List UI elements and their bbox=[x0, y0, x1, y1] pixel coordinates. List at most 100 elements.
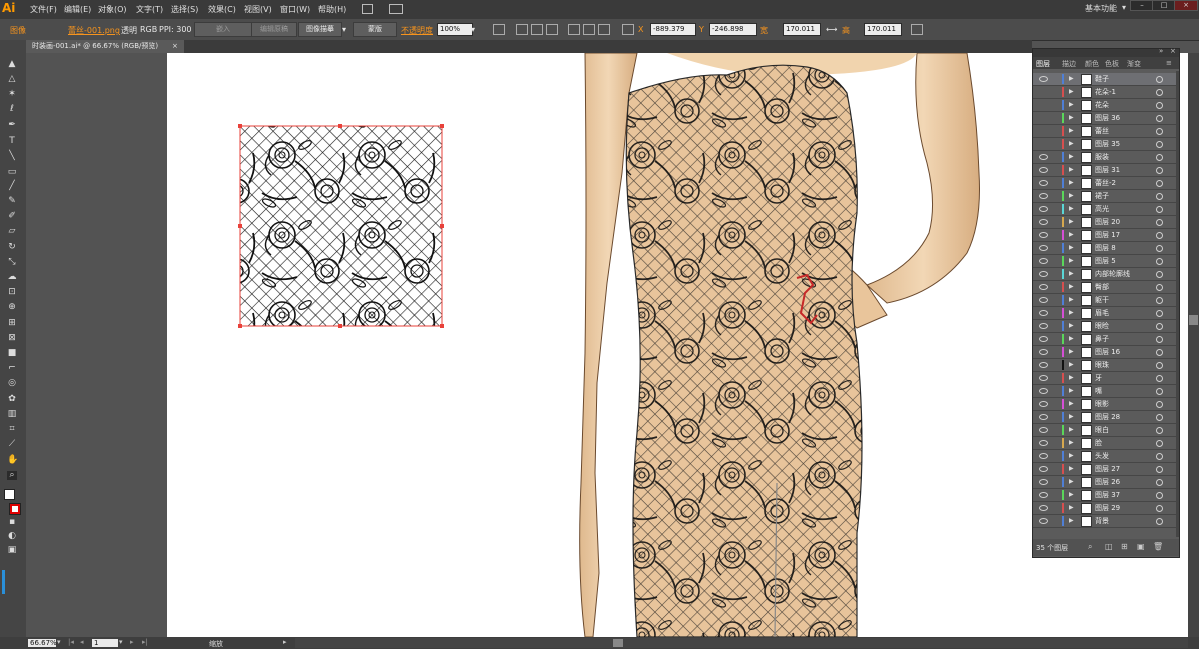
layer-row[interactable]: ▶ 眼影 bbox=[1033, 398, 1176, 411]
layer-row[interactable]: ▶ 花朵 bbox=[1033, 99, 1176, 112]
align-left-icon[interactable] bbox=[516, 24, 528, 35]
visibility-eye-icon[interactable] bbox=[1039, 154, 1048, 160]
layer-row[interactable]: ▶ 图层 20 bbox=[1033, 216, 1176, 229]
eyedropper-tool-icon[interactable]: ⌐ bbox=[7, 364, 17, 373]
target-circle-icon[interactable] bbox=[1156, 128, 1163, 135]
layer-row[interactable]: ▶ 眉毛 bbox=[1033, 307, 1176, 320]
layer-row[interactable]: ▶ 图层 17 bbox=[1033, 229, 1176, 242]
expand-triangle-icon[interactable]: ▶ bbox=[1069, 114, 1074, 121]
layer-row[interactable]: ▶ 蕾丝 bbox=[1033, 125, 1176, 138]
target-circle-icon[interactable] bbox=[1156, 440, 1163, 447]
visibility-eye-icon[interactable] bbox=[1039, 219, 1048, 225]
expand-triangle-icon[interactable]: ▶ bbox=[1069, 504, 1074, 511]
layer-name[interactable]: 图层 29 bbox=[1095, 503, 1120, 513]
layer-row[interactable]: ▶ 图层 16 bbox=[1033, 346, 1176, 359]
expand-triangle-icon[interactable]: ▶ bbox=[1069, 270, 1074, 277]
visibility-eye-icon[interactable] bbox=[1039, 453, 1048, 459]
menu-select[interactable]: 选择(S) bbox=[171, 4, 198, 15]
expand-triangle-icon[interactable]: ▶ bbox=[1069, 361, 1074, 368]
target-circle-icon[interactable] bbox=[1156, 102, 1163, 109]
expand-triangle-icon[interactable]: ▶ bbox=[1069, 413, 1074, 420]
layer-name[interactable]: 图层 35 bbox=[1095, 139, 1120, 149]
menu-help[interactable]: 帮助(H) bbox=[318, 4, 346, 15]
layer-name[interactable]: 图层 26 bbox=[1095, 477, 1120, 487]
target-circle-icon[interactable] bbox=[1156, 297, 1163, 304]
expand-triangle-icon[interactable]: ▶ bbox=[1069, 231, 1074, 238]
expand-triangle-icon[interactable]: ▶ bbox=[1069, 374, 1074, 381]
layer-name[interactable]: 高光 bbox=[1095, 204, 1109, 214]
mesh-tool-icon[interactable]: ⊠ bbox=[7, 334, 17, 343]
artboard-dropdown-icon[interactable]: ▾ bbox=[119, 638, 123, 646]
perspective-grid-tool-icon[interactable]: ⊞ bbox=[7, 319, 17, 328]
blob-brush-tool-icon[interactable]: ✐ bbox=[7, 212, 17, 221]
visibility-toggle[interactable] bbox=[1038, 140, 1047, 148]
expand-triangle-icon[interactable]: ▶ bbox=[1069, 322, 1074, 329]
expand-triangle-icon[interactable]: ▶ bbox=[1069, 517, 1074, 524]
target-circle-icon[interactable] bbox=[1156, 76, 1163, 83]
layer-name[interactable]: 头发 bbox=[1095, 451, 1109, 461]
lasso-tool-icon[interactable]: ℓ bbox=[7, 105, 17, 114]
new-layer-icon[interactable]: ▣ bbox=[1137, 542, 1145, 551]
next-artboard-icon[interactable]: ▸ bbox=[130, 638, 134, 646]
expand-triangle-icon[interactable]: ▶ bbox=[1069, 257, 1074, 264]
expand-triangle-icon[interactable]: ▶ bbox=[1069, 387, 1074, 394]
layer-name[interactable]: 眼白 bbox=[1095, 425, 1109, 435]
visibility-eye-icon[interactable] bbox=[1039, 375, 1048, 381]
target-circle-icon[interactable] bbox=[1156, 310, 1163, 317]
layer-row[interactable]: ▶ 高光 bbox=[1033, 203, 1176, 216]
visibility-eye-icon[interactable] bbox=[1039, 284, 1048, 290]
layer-name[interactable]: 蕾丝-2 bbox=[1095, 178, 1116, 188]
layer-name[interactable]: 蕾丝 bbox=[1095, 126, 1109, 136]
expand-triangle-icon[interactable]: ▶ bbox=[1069, 127, 1074, 134]
layer-row[interactable]: ▶ 躯干 bbox=[1033, 294, 1176, 307]
layer-name[interactable]: 服装 bbox=[1095, 152, 1109, 162]
target-circle-icon[interactable] bbox=[1156, 271, 1163, 278]
bridge-icon[interactable] bbox=[362, 4, 373, 14]
layer-name[interactable]: 脸 bbox=[1095, 438, 1102, 448]
visibility-eye-icon[interactable] bbox=[1039, 258, 1048, 264]
target-circle-icon[interactable] bbox=[1156, 505, 1163, 512]
mask-button[interactable]: 蒙版 bbox=[353, 22, 397, 37]
layer-name[interactable]: 背景 bbox=[1095, 516, 1109, 526]
target-circle-icon[interactable] bbox=[1156, 232, 1163, 239]
tab-swatches[interactable]: 色板 bbox=[1105, 59, 1119, 69]
target-circle-icon[interactable] bbox=[1156, 180, 1163, 187]
layer-row[interactable]: ▶ 嘴 bbox=[1033, 385, 1176, 398]
transform-icon[interactable] bbox=[911, 24, 923, 35]
target-circle-icon[interactable] bbox=[1156, 154, 1163, 161]
menu-type[interactable]: 文字(T) bbox=[136, 4, 163, 15]
visibility-eye-icon[interactable] bbox=[1039, 414, 1048, 420]
menu-effect[interactable]: 效果(C) bbox=[208, 4, 236, 15]
target-circle-icon[interactable] bbox=[1156, 258, 1163, 265]
stroke-swatch-icon[interactable] bbox=[9, 503, 21, 515]
layer-row[interactable]: ▶ 图层 36 bbox=[1033, 112, 1176, 125]
panel-header[interactable]: » × bbox=[1033, 47, 1179, 57]
workspace-dropdown-icon[interactable]: ▾ bbox=[1122, 3, 1126, 12]
layer-name[interactable]: 躯干 bbox=[1095, 295, 1109, 305]
expand-triangle-icon[interactable]: ▶ bbox=[1069, 205, 1074, 212]
layer-row[interactable]: ▶ 内部轮廓线 bbox=[1033, 268, 1176, 281]
horizontal-scrollbar[interactable] bbox=[295, 638, 1188, 648]
target-circle-icon[interactable] bbox=[1156, 141, 1163, 148]
zoom-tool-icon[interactable]: ⌕ bbox=[7, 471, 17, 480]
column-graph-tool-icon[interactable]: ▥ bbox=[7, 410, 17, 419]
layer-name[interactable]: 图层 8 bbox=[1095, 243, 1116, 253]
expand-triangle-icon[interactable]: ▶ bbox=[1069, 400, 1074, 407]
layer-row[interactable]: ▶ 花朵-1 bbox=[1033, 86, 1176, 99]
menu-view[interactable]: 视图(V) bbox=[244, 4, 272, 15]
layer-name[interactable]: 牙 bbox=[1095, 373, 1102, 383]
expand-triangle-icon[interactable]: ▶ bbox=[1069, 478, 1074, 485]
visibility-eye-icon[interactable] bbox=[1039, 336, 1048, 342]
symbol-sprayer-tool-icon[interactable]: ✿ bbox=[7, 395, 17, 404]
artboard-number-field[interactable]: 1 bbox=[92, 639, 118, 647]
layer-name[interactable]: 裙子 bbox=[1095, 191, 1109, 201]
visibility-eye-icon[interactable] bbox=[1039, 401, 1048, 407]
visibility-eye-icon[interactable] bbox=[1039, 349, 1048, 355]
expand-triangle-icon[interactable]: ▶ bbox=[1069, 101, 1074, 108]
fashion-figure[interactable] bbox=[579, 52, 980, 638]
expand-triangle-icon[interactable]: ▶ bbox=[1069, 218, 1074, 225]
tab-gradient[interactable]: 渐变 bbox=[1127, 59, 1141, 69]
screen-mode-icon[interactable]: ▣ bbox=[7, 546, 17, 555]
type-tool-icon[interactable]: T bbox=[7, 137, 17, 146]
layer-row[interactable]: ▶ 图层 37 bbox=[1033, 489, 1176, 502]
